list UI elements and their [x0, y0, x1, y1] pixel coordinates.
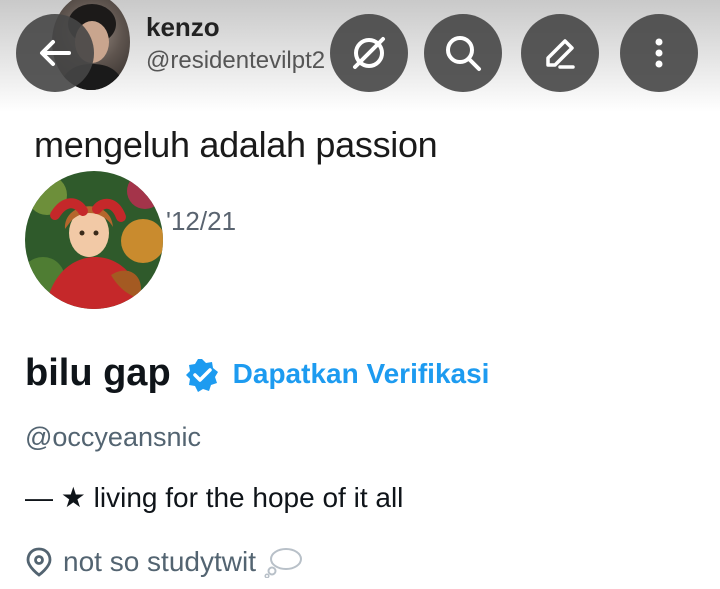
search-button[interactable]	[424, 14, 502, 92]
more-vertical-icon	[655, 38, 663, 68]
profile-handle: @occyeansnic	[25, 422, 201, 452]
pinned-tweet-text: mengeluh adalah passion	[34, 124, 438, 165]
more-button[interactable]	[620, 14, 698, 92]
quoted-user-name: kenzo	[146, 12, 220, 42]
display-name: bilu gap	[25, 352, 171, 394]
grok-button[interactable]	[330, 14, 408, 92]
pencil-icon	[546, 39, 575, 69]
tweet-date-fragment: '12/21	[166, 206, 237, 236]
slashed-circle-icon	[353, 37, 385, 69]
get-verified-link[interactable]: Dapatkan Verifikasi	[233, 358, 490, 390]
quoted-user-handle: @residentevilpt2	[146, 47, 326, 74]
search-icon	[446, 36, 481, 71]
arrow-left-icon	[40, 40, 71, 66]
profile-location: not so studytwit	[25, 546, 304, 578]
compose-button[interactable]	[521, 14, 599, 92]
verified-badge-icon	[185, 359, 218, 392]
profile-avatar[interactable]	[25, 171, 163, 309]
location-pin-icon	[26, 547, 52, 577]
profile-bio: — ★ living for the hope of it all	[25, 482, 404, 513]
back-button[interactable]	[16, 14, 94, 92]
location-text: not so studytwit	[63, 546, 256, 577]
thought-bubble-icon	[264, 548, 302, 578]
profile-name-row: bilu gap Dapatkan Verifikasi	[25, 352, 489, 395]
